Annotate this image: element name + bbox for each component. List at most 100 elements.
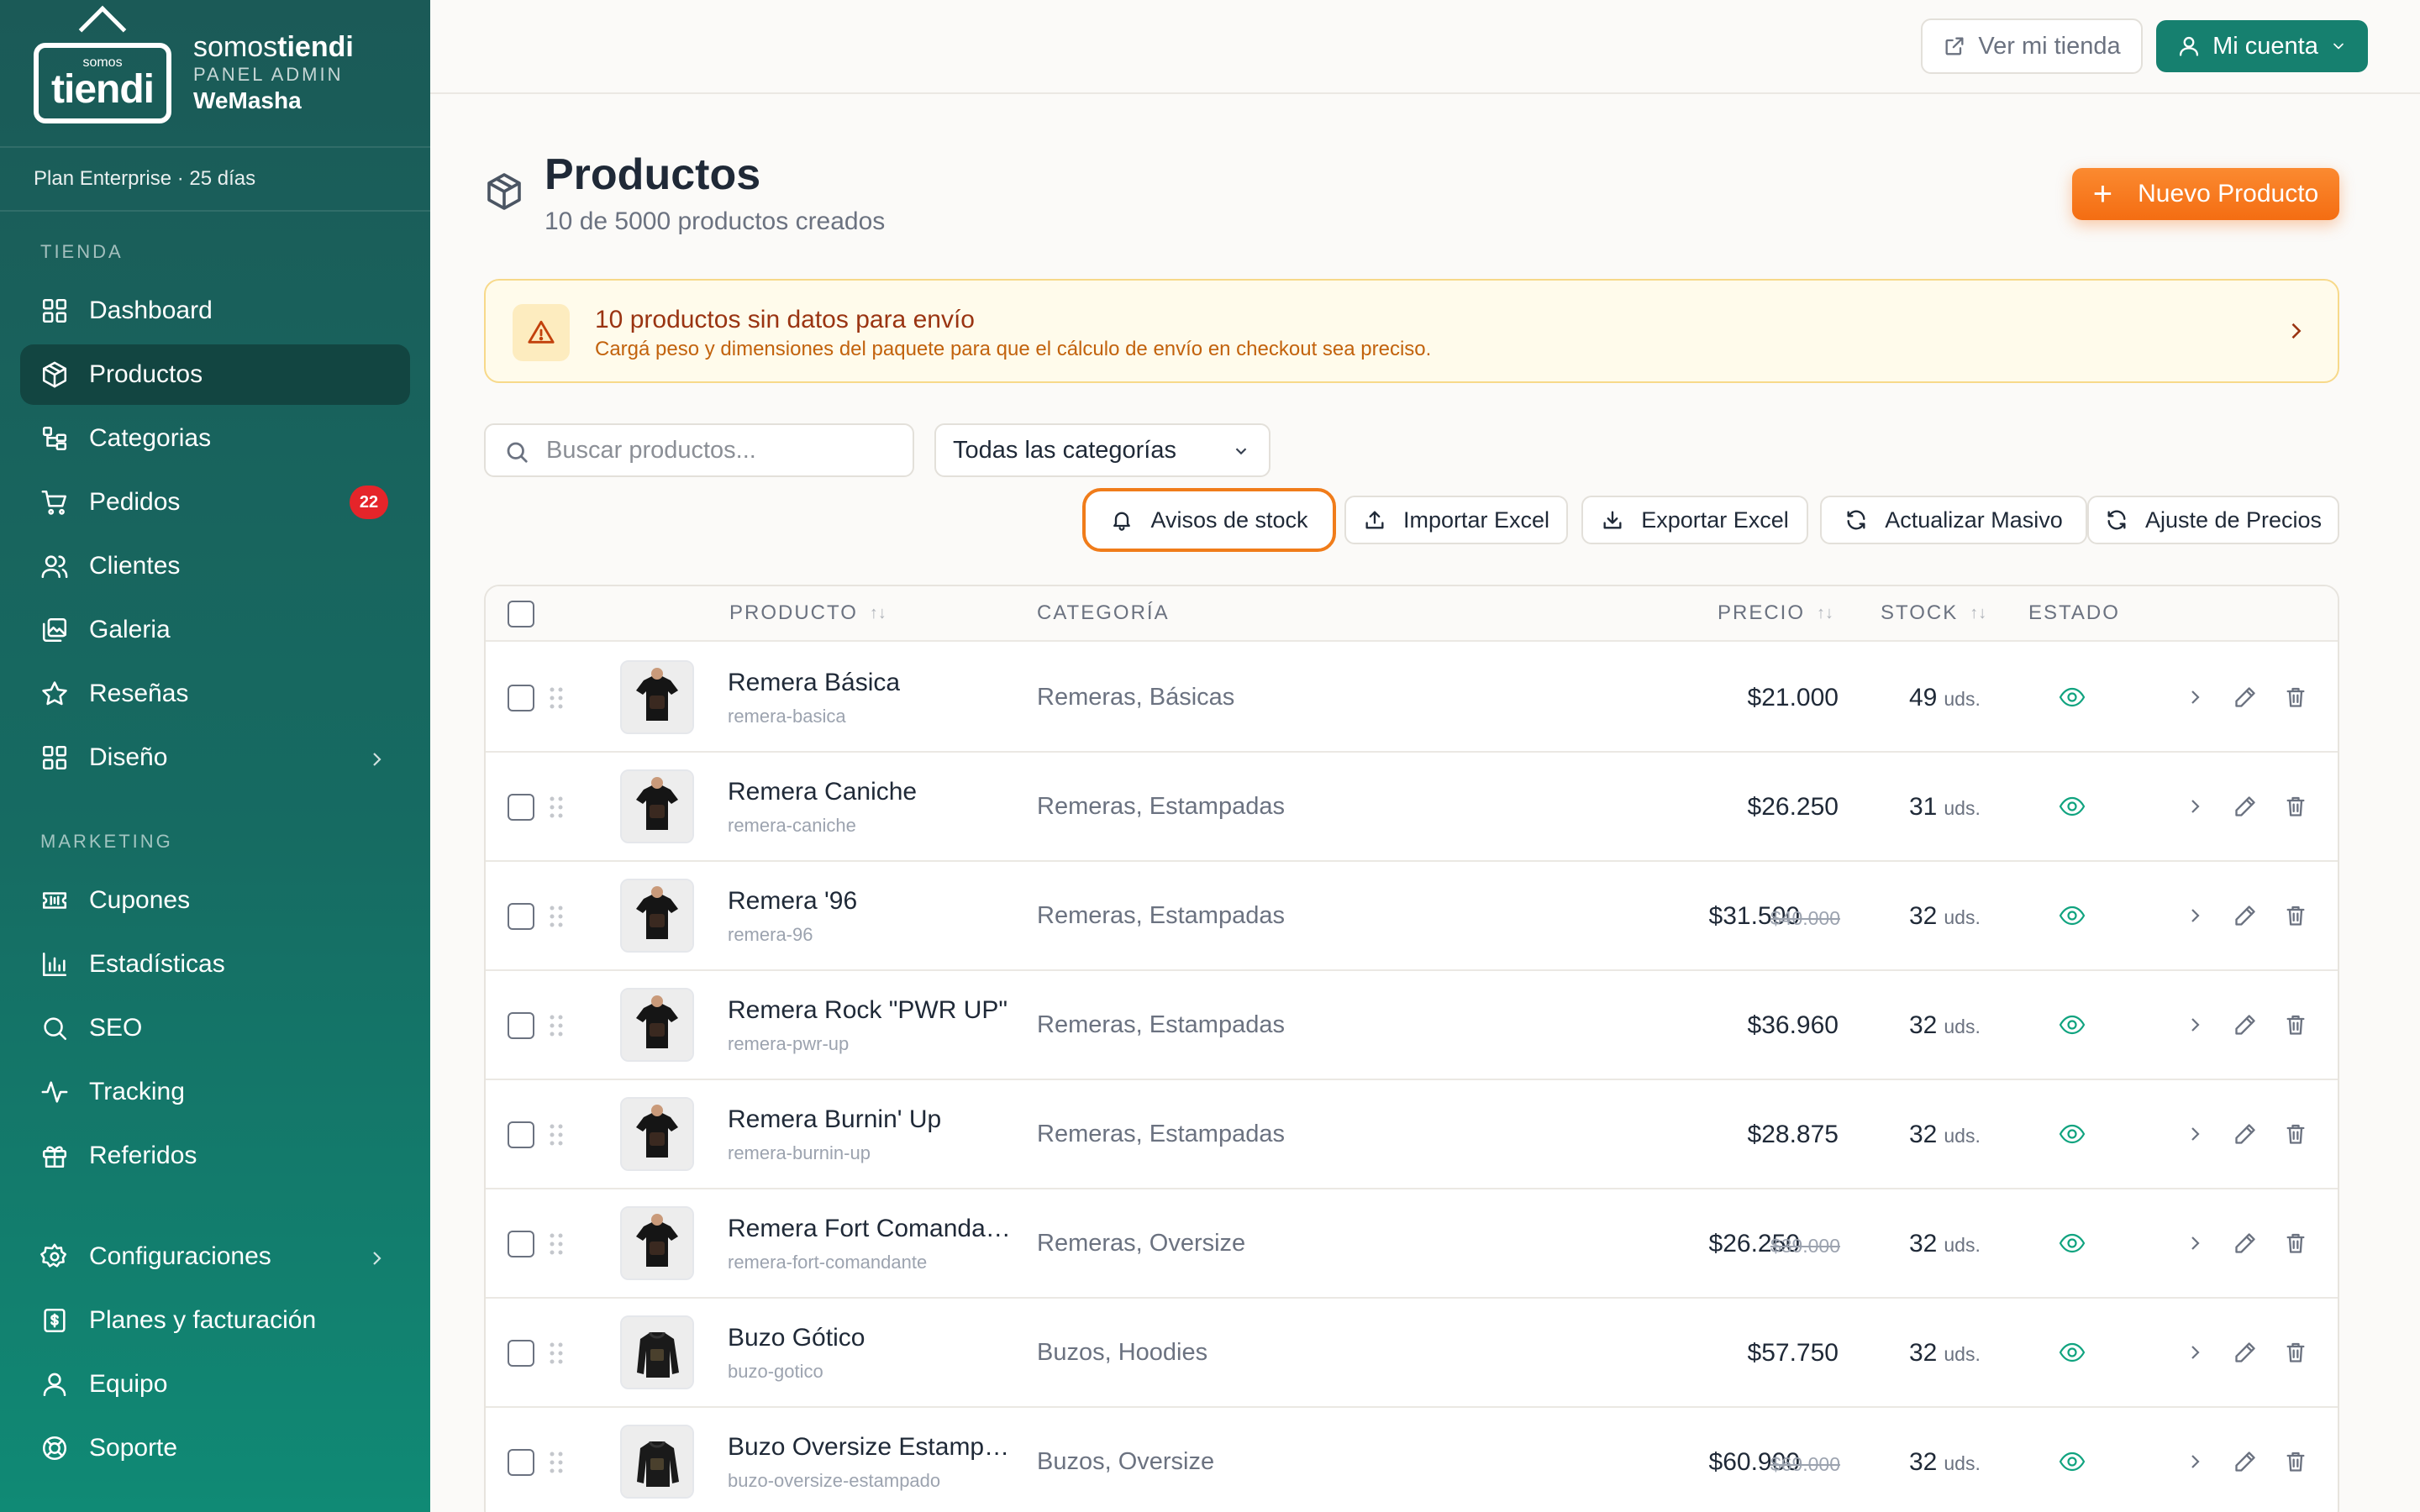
search-input[interactable] bbox=[546, 432, 899, 469]
row-checkbox[interactable] bbox=[508, 1121, 534, 1148]
eye-icon[interactable] bbox=[2059, 1013, 2086, 1037]
sidebar-item-productos[interactable]: Productos bbox=[20, 344, 410, 405]
row-checkbox[interactable] bbox=[508, 1231, 534, 1257]
drag-handle-icon[interactable] bbox=[548, 1013, 565, 1038]
product-name[interactable]: Remera '96 bbox=[728, 887, 857, 916]
chevron-right-icon[interactable] bbox=[2185, 1233, 2205, 1253]
product-price: $26.250 bbox=[1747, 793, 1839, 821]
drag-handle-icon[interactable] bbox=[548, 1231, 565, 1257]
drag-handle-icon[interactable] bbox=[548, 1122, 565, 1147]
sidebar-item-soporte[interactable]: Soporte bbox=[20, 1418, 410, 1478]
table-row[interactable]: Buzo Gótico buzo-gotico Buzos, Hoodies $57.… bbox=[486, 1299, 2338, 1408]
drag-handle-icon[interactable] bbox=[548, 904, 565, 929]
row-checkbox[interactable] bbox=[508, 903, 534, 930]
table-row[interactable]: Remera Básica remera-basica Remeras, Básic… bbox=[486, 643, 2338, 753]
trash-icon[interactable] bbox=[2284, 1122, 2307, 1146]
stock-alerts-button[interactable]: Avisos de stock bbox=[1082, 488, 1336, 552]
eye-icon[interactable] bbox=[2059, 1122, 2086, 1146]
sidebar-item-equipo[interactable]: Equipo bbox=[20, 1354, 410, 1415]
trash-icon[interactable] bbox=[2284, 1341, 2307, 1364]
cart-icon bbox=[40, 488, 69, 517]
brand[interactable]: somos tiendi somostiendi PANEL ADMIN WeM… bbox=[0, 0, 430, 148]
pencil-icon[interactable] bbox=[2233, 904, 2257, 927]
row-checkbox[interactable] bbox=[508, 685, 534, 711]
sidebar-item-resenas[interactable]: Reseñas bbox=[20, 664, 410, 724]
pencil-icon[interactable] bbox=[2233, 1122, 2257, 1146]
product-name[interactable]: Remera Básica bbox=[728, 669, 900, 697]
star-icon bbox=[40, 680, 69, 708]
sidebar-item-planes[interactable]: Planes y facturación bbox=[20, 1290, 410, 1351]
sidebar-item-estadisticas[interactable]: Estadísticas bbox=[20, 934, 410, 995]
row-checkbox[interactable] bbox=[508, 794, 534, 821]
product-name[interactable]: Remera Fort Comandan... bbox=[728, 1215, 1017, 1243]
bulk-update-button[interactable]: Actualizar Masivo bbox=[1820, 496, 2087, 544]
product-name[interactable]: Remera Caniche bbox=[728, 778, 917, 806]
trash-icon[interactable] bbox=[2284, 1231, 2307, 1255]
new-product-button[interactable]: + Nuevo Producto bbox=[2072, 168, 2339, 220]
table-row[interactable]: Remera Rock "PWR UP" remera-pwr-up Remeras… bbox=[486, 971, 2338, 1080]
export-excel-button[interactable]: Exportar Excel bbox=[1581, 496, 1808, 544]
row-checkbox[interactable] bbox=[508, 1012, 534, 1039]
trash-icon[interactable] bbox=[2284, 904, 2307, 927]
eye-icon[interactable] bbox=[2059, 1231, 2086, 1255]
pencil-icon[interactable] bbox=[2233, 1231, 2257, 1255]
chevron-right-icon[interactable] bbox=[2185, 1342, 2205, 1362]
pencil-icon[interactable] bbox=[2233, 1450, 2257, 1473]
trash-icon[interactable] bbox=[2284, 1013, 2307, 1037]
sidebar-item-referidos[interactable]: Referidos bbox=[20, 1126, 410, 1186]
table-row[interactable]: Remera '96 remera-96 Remeras, Estampadas $3… bbox=[486, 862, 2338, 971]
product-name[interactable]: Buzo Gótico bbox=[728, 1324, 865, 1352]
row-checkbox[interactable] bbox=[508, 1449, 534, 1476]
drag-handle-icon[interactable] bbox=[548, 1341, 565, 1366]
view-store-button[interactable]: Ver mi tienda bbox=[1921, 18, 2143, 74]
trash-icon[interactable] bbox=[2284, 1450, 2307, 1473]
eye-icon[interactable] bbox=[2059, 1450, 2086, 1473]
sidebar-item-galeria[interactable]: Galeria bbox=[20, 600, 410, 660]
eye-icon[interactable] bbox=[2059, 795, 2086, 818]
product-name[interactable]: Buzo Oversize Estampa... bbox=[728, 1433, 1017, 1462]
chevron-right-icon[interactable] bbox=[2185, 1015, 2205, 1035]
sidebar-item-categorias[interactable]: Categorias bbox=[20, 408, 410, 469]
trash-icon[interactable] bbox=[2284, 685, 2307, 709]
pencil-icon[interactable] bbox=[2233, 1341, 2257, 1364]
column-product[interactable]: PRODUCTO ↑↓ bbox=[729, 601, 886, 625]
pencil-icon[interactable] bbox=[2233, 685, 2257, 709]
drag-handle-icon[interactable] bbox=[548, 795, 565, 820]
drag-handle-icon[interactable] bbox=[548, 685, 565, 711]
import-excel-button[interactable]: Importar Excel bbox=[1344, 496, 1568, 544]
sidebar-item-configuraciones[interactable]: Configuraciones bbox=[20, 1226, 410, 1287]
chevron-right-icon[interactable] bbox=[2185, 906, 2205, 926]
account-button[interactable]: Mi cuenta bbox=[2156, 20, 2368, 72]
shipping-data-alert[interactable]: 10 productos sin datos para envío Cargá … bbox=[484, 279, 2339, 383]
sidebar-item-cupones[interactable]: Cupones bbox=[20, 870, 410, 931]
table-row[interactable]: Buzo Oversize Estampa... buzo-oversize-es… bbox=[486, 1408, 2338, 1512]
chevron-right-icon[interactable] bbox=[2185, 796, 2205, 816]
pencil-icon[interactable] bbox=[2233, 795, 2257, 818]
column-price[interactable]: PRECIO ↑↓ bbox=[1718, 601, 1833, 625]
category-select[interactable]: Todas las categorías bbox=[934, 423, 1270, 477]
trash-icon[interactable] bbox=[2284, 795, 2307, 818]
product-name[interactable]: Remera Rock "PWR UP" bbox=[728, 996, 1007, 1025]
eye-icon[interactable] bbox=[2059, 904, 2086, 927]
chevron-right-icon[interactable] bbox=[2185, 687, 2205, 707]
pencil-icon[interactable] bbox=[2233, 1013, 2257, 1037]
sidebar-item-seo[interactable]: SEO bbox=[20, 998, 410, 1058]
table-row[interactable]: Remera Caniche remera-caniche Remeras, Est… bbox=[486, 753, 2338, 862]
sidebar-item-clientes[interactable]: Clientes bbox=[20, 536, 410, 596]
drag-handle-icon[interactable] bbox=[548, 1450, 565, 1475]
price-adjust-button[interactable]: Ajuste de Precios bbox=[2087, 496, 2339, 544]
sidebar-item-pedidos[interactable]: Pedidos 22 bbox=[20, 472, 410, 533]
table-row[interactable]: Remera Burnin' Up remera-burnin-up Remeras… bbox=[486, 1080, 2338, 1189]
chevron-right-icon[interactable] bbox=[2185, 1452, 2205, 1472]
sidebar-item-tracking[interactable]: Tracking bbox=[20, 1062, 410, 1122]
row-checkbox[interactable] bbox=[508, 1340, 534, 1367]
select-all-checkbox[interactable] bbox=[508, 601, 534, 627]
table-row[interactable]: Remera Fort Comandan... remera-fort-coman… bbox=[486, 1189, 2338, 1299]
eye-icon[interactable] bbox=[2059, 1341, 2086, 1364]
eye-icon[interactable] bbox=[2059, 685, 2086, 709]
sidebar-item-dashboard[interactable]: Dashboard bbox=[20, 281, 410, 341]
product-name[interactable]: Remera Burnin' Up bbox=[728, 1105, 941, 1134]
sidebar-item-diseno[interactable]: Diseño bbox=[20, 727, 410, 788]
column-stock[interactable]: STOCK ↑↓ bbox=[1881, 601, 1986, 625]
chevron-right-icon[interactable] bbox=[2185, 1124, 2205, 1144]
